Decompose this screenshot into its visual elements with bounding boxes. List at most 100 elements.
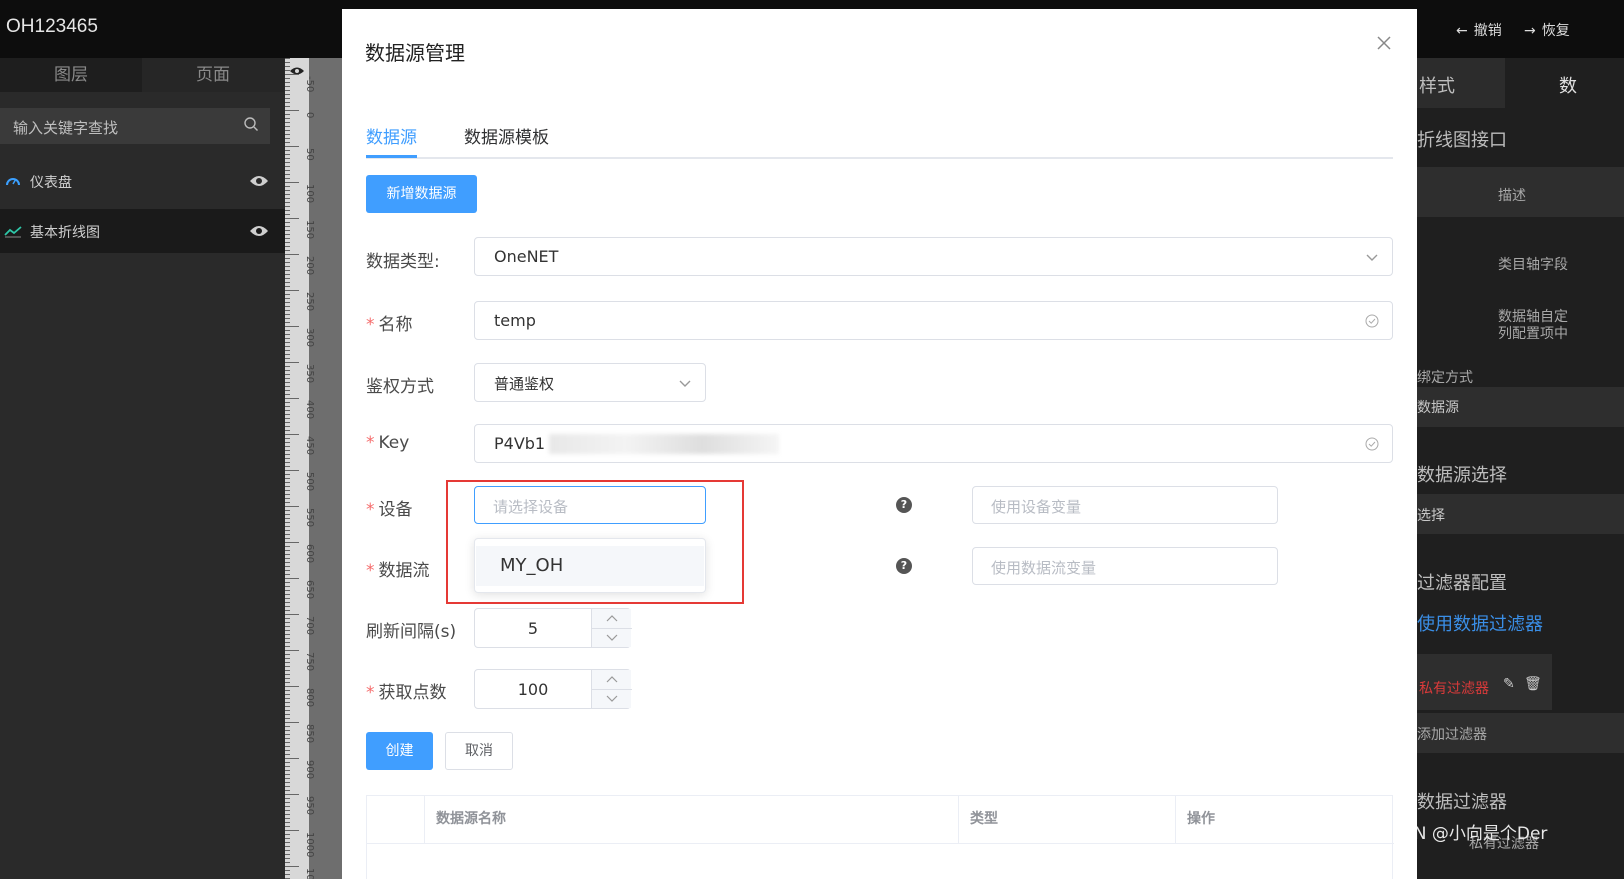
device-variable-input[interactable]: 使用设备变量	[972, 486, 1278, 524]
ruler-tick	[285, 186, 290, 187]
key-value: P4Vb1	[494, 434, 546, 453]
table-header-name: 数据源名称	[425, 796, 959, 843]
ruler-tick	[285, 130, 290, 131]
ruler-tick	[285, 162, 290, 163]
name-label-text: 名称	[378, 315, 413, 335]
ruler-tick	[285, 542, 299, 543]
ruler-tick	[285, 190, 290, 191]
stream-variable-input[interactable]: 使用数据流变量	[972, 547, 1278, 585]
ruler-label: 300	[304, 328, 315, 348]
ruler-tick	[285, 614, 299, 615]
ruler-label: 100	[304, 184, 315, 204]
ruler-tick	[285, 482, 290, 483]
chevron-down-icon	[679, 380, 691, 387]
tab-pages[interactable]: 页面	[142, 58, 284, 92]
ruler-tick	[285, 802, 290, 803]
name-input[interactable]: temp	[474, 301, 1393, 340]
ruler-tick	[285, 298, 290, 299]
ruler-tick	[285, 754, 290, 755]
ruler-tick	[285, 262, 290, 263]
ruler-tick	[285, 494, 290, 495]
ruler-label: 600	[304, 544, 315, 564]
key-input[interactable]: P4Vb1	[474, 424, 1393, 463]
ruler-label: 1050	[304, 868, 315, 879]
ruler-tick	[285, 326, 299, 327]
ruler-tick	[285, 90, 290, 91]
ruler-tick	[285, 330, 290, 331]
tab-data-source[interactable]: 数据源	[366, 123, 417, 148]
ruler-tick	[285, 178, 290, 179]
source-select-input[interactable]	[1417, 494, 1624, 534]
device-label-text: 设备	[378, 500, 413, 520]
ruler-tick	[285, 642, 290, 643]
eye-icon[interactable]	[249, 224, 269, 238]
ruler-tick	[285, 690, 290, 691]
ruler-tick	[285, 734, 290, 735]
ruler-tick	[285, 846, 290, 847]
eye-icon[interactable]	[249, 174, 269, 188]
ruler-tick	[285, 810, 290, 811]
create-button[interactable]: 创建	[366, 732, 433, 770]
ruler-tick	[285, 870, 290, 871]
highlight-box	[446, 480, 744, 604]
refresh-stepper[interactable]: 5	[474, 608, 632, 648]
search-icon	[244, 117, 258, 131]
vertical-ruler: -50 0 50 100 150 200 250 300 350 400 450 500 550 600 6…	[285, 58, 342, 879]
source-select-label: 数据源选择	[1417, 465, 1507, 486]
required-mark: *	[366, 683, 375, 703]
tab-layers[interactable]: 图层	[0, 58, 142, 92]
delete-icon[interactable]: 🗑	[1524, 676, 1542, 692]
ruler-tick	[285, 462, 290, 463]
undo-button[interactable]: ← 撤销	[1456, 20, 1502, 40]
ruler-tick	[285, 170, 290, 171]
ruler-tick	[285, 106, 290, 107]
increment-button[interactable]	[592, 609, 632, 628]
use-filter-link[interactable]: 使用数据过滤器	[1417, 610, 1543, 636]
ruler-tick	[285, 598, 290, 599]
cancel-button[interactable]: 取消	[445, 732, 513, 770]
decrement-button[interactable]	[592, 628, 632, 647]
ruler-label: 250	[304, 292, 315, 312]
undo-label: 撤销	[1473, 23, 1502, 39]
ruler-tick	[285, 402, 290, 403]
auth-select[interactable]: 普通鉴权	[474, 363, 706, 402]
ruler-tick	[285, 798, 290, 799]
close-icon[interactable]	[1376, 35, 1392, 51]
refresh-value: 5	[527, 619, 539, 638]
layer-item-line-chart[interactable]: 基本折线图	[0, 209, 285, 253]
ruler-tick	[285, 522, 290, 523]
edit-icon[interactable]: ✎	[1503, 676, 1515, 692]
table-header-actions: 操作	[1187, 811, 1215, 827]
redo-button[interactable]: → 恢复	[1524, 20, 1570, 40]
ruler-tick	[285, 198, 290, 199]
ruler-tick	[285, 434, 299, 435]
ruler-tick	[285, 194, 290, 195]
ruler-label: 550	[304, 508, 315, 528]
ruler-tick	[285, 358, 290, 359]
ruler-label: 0	[304, 112, 315, 119]
add-data-source-button[interactable]: 新增数据源	[366, 175, 477, 213]
ruler-tick	[285, 282, 290, 283]
data-type-select[interactable]: OneNET	[474, 237, 1393, 276]
ruler-tick	[285, 574, 290, 575]
ruler-tick	[285, 70, 290, 71]
increment-button[interactable]	[592, 670, 632, 689]
ruler-tick	[285, 838, 290, 839]
layer-item-gauge[interactable]: 仪表盘	[0, 159, 285, 203]
ruler-tick	[285, 122, 290, 123]
ruler-tick	[285, 206, 290, 207]
ruler-tick	[285, 526, 290, 527]
ruler-tick	[285, 318, 290, 319]
ruler-tick	[285, 290, 299, 291]
ruler-tick	[285, 446, 290, 447]
ruler-label: 1000	[304, 832, 315, 858]
layer-search-input[interactable]: 输入关键字查找	[0, 108, 270, 144]
help-icon[interactable]: ?	[896, 558, 912, 574]
ruler-tick	[285, 506, 299, 507]
ruler-tick	[285, 478, 290, 479]
points-stepper[interactable]: 100	[474, 669, 632, 709]
tab-data-label[interactable]: 数	[1559, 72, 1577, 98]
help-icon[interactable]: ?	[896, 497, 912, 513]
decrement-button[interactable]	[592, 689, 632, 708]
tab-data-source-template[interactable]: 数据源模板	[464, 123, 549, 148]
